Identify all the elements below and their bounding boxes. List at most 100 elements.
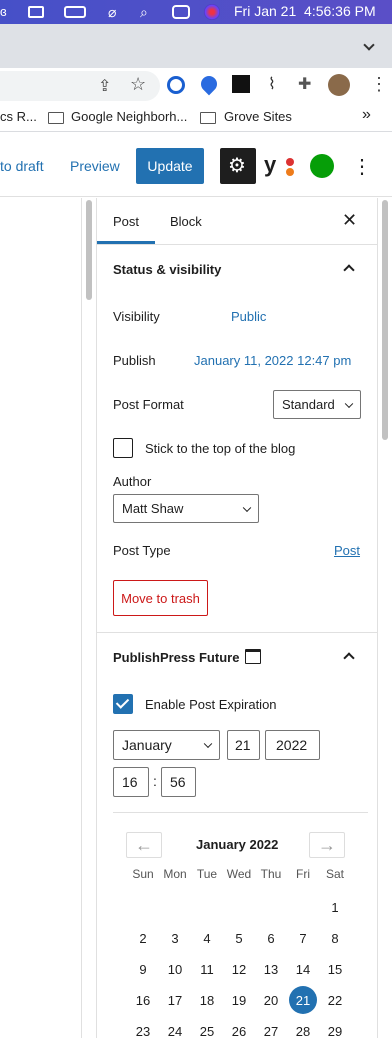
options-menu-icon[interactable]: ⋮ [352,154,372,179]
macos-menubar: ɞ ⌀ ⌕ Fri Jan 21 4:56:36 PM [0,0,392,24]
next-month-button[interactable]: → [309,832,345,858]
calendar-day[interactable]: 13 [257,955,285,983]
close-icon[interactable]: ✕ [342,210,357,231]
calendar-icon [245,649,261,664]
browser-tab-strip [0,24,392,68]
wifi-off-icon[interactable]: ⌀ [108,4,116,20]
calendar-day[interactable]: 18 [193,986,221,1014]
publishpress-future-heading[interactable]: PublishPress Future [113,650,239,665]
weekday-header: Thu [260,867,282,881]
calendar-day[interactable]: 2 [129,924,157,952]
update-button[interactable]: Update [136,148,204,184]
calendar-day[interactable]: 16 [129,986,157,1014]
ruler-extension-icon[interactable]: ⌇ [268,74,276,94]
move-to-trash-button[interactable]: Move to trash [113,580,208,616]
calendar-day[interactable]: 17 [161,986,189,1014]
calendar-day[interactable]: 15 [321,955,349,983]
calendar-day[interactable]: 29 [321,1017,349,1045]
month-value: January [122,737,172,753]
bookmark-item[interactable]: cs R... [0,109,37,124]
divider [97,244,377,245]
bookmark-star-icon[interactable]: ☆ [130,74,146,95]
tab-block[interactable]: Block [170,214,202,229]
calendar-day[interactable]: 24 [161,1017,189,1045]
browser-menu-icon[interactable]: ⋮ [370,74,388,95]
calendar-day[interactable]: 12 [225,955,253,983]
messages-icon[interactable] [28,6,44,18]
settings-toggle-button[interactable]: ⚙ [220,148,256,184]
post-type-label: Post Type [113,543,171,558]
author-label: Author [113,474,152,489]
control-center-icon[interactable] [172,5,190,19]
arrow-right-icon: → [318,834,336,855]
day-input[interactable]: 21 [227,730,260,760]
enable-expiration-label[interactable]: Enable Post Expiration [145,697,277,712]
post-format-select[interactable]: Standard [273,390,361,419]
calendar-day[interactable]: 20 [257,986,285,1014]
calendar-day[interactable]: 23 [129,1017,157,1045]
calendar-day[interactable]: 14 [289,955,317,983]
siri-icon[interactable] [204,4,220,20]
calendar-day[interactable]: 19 [225,986,253,1014]
preview-button[interactable]: Preview [70,158,120,174]
sidebar-scrollbar[interactable] [382,200,388,440]
publish-date-link[interactable]: January 11, 2022 12:47 pm [194,353,351,368]
tab-post[interactable]: Post [113,214,139,229]
time-separator: : [153,773,157,789]
calendar-day[interactable]: 7 [289,924,317,952]
month-select[interactable]: January [113,730,220,760]
post-format-value: Standard [282,397,335,412]
year-input[interactable]: 2022 [265,730,320,760]
sticky-checkbox[interactable] [113,438,133,458]
bookmark-item[interactable]: Grove Sites [224,109,292,124]
password-manager-icon[interactable] [167,76,185,94]
bookmarks-bar: cs R... Google Neighborh... Grove Sites … [0,106,392,132]
editor-canvas[interactable] [0,198,82,1038]
hour-input[interactable]: 16 [113,767,149,797]
extensions-puzzle-icon[interactable]: ✚ [298,74,311,94]
calendar-day[interactable]: 26 [225,1017,253,1045]
yoast-status-dot [286,158,294,166]
calendar-day[interactable]: 10 [161,955,189,983]
calendar-day[interactable]: 6 [257,924,285,952]
year-value: 2022 [276,737,308,753]
bookmark-item[interactable]: Google Neighborh... [71,109,187,124]
canvas-scrollbar[interactable] [86,200,92,300]
status-visibility-heading[interactable]: Status & visibility [113,262,221,277]
bookmarks-overflow-icon[interactable]: » [362,106,371,124]
visibility-value-link[interactable]: Public [231,309,266,324]
calendar-day[interactable]: 9 [129,955,157,983]
calendar-day[interactable]: 22 [321,986,349,1014]
battery-icon[interactable] [64,6,86,18]
yoast-icon[interactable]: y [264,152,276,178]
museum-extension-icon[interactable] [232,75,250,93]
visibility-label: Visibility [113,309,160,324]
calendar-day[interactable]: 1 [321,893,349,921]
sticky-label[interactable]: Stick to the top of the blog [145,441,295,456]
minute-value: 56 [170,774,186,790]
calendar-day-selected[interactable]: 21 [289,986,317,1014]
calendar-day[interactable]: 8 [321,924,349,952]
prev-month-button[interactable]: ← [126,832,162,858]
author-select[interactable]: Matt Shaw [113,494,259,523]
spotlight-search-icon[interactable]: ⌕ [140,4,148,20]
post-format-label: Post Format [113,397,184,412]
switch-to-draft-button[interactable]: to draft [0,158,44,174]
enable-expiration-checkbox[interactable] [113,694,133,714]
calendar-day[interactable]: 3 [161,924,189,952]
app-icon-partial[interactable]: ɞ [0,4,7,20]
profile-avatar[interactable] [328,74,350,96]
calendar-day[interactable]: 11 [193,955,221,983]
post-type-link[interactable]: Post [334,543,360,558]
calendar-day[interactable]: 28 [289,1017,317,1045]
calendar-day[interactable]: 27 [257,1017,285,1045]
jetpack-icon[interactable] [310,154,334,178]
tab-search-chevron-icon[interactable] [363,39,375,51]
calendar-day[interactable]: 4 [193,924,221,952]
calendar-day[interactable]: 5 [225,924,253,952]
minute-input[interactable]: 56 [161,767,196,797]
share-icon[interactable]: ⇪ [98,76,111,96]
menubar-clock[interactable]: Fri Jan 21 4:56:36 PM [234,3,376,19]
move-to-trash-label: Move to trash [121,590,200,606]
calendar-day[interactable]: 25 [193,1017,221,1045]
